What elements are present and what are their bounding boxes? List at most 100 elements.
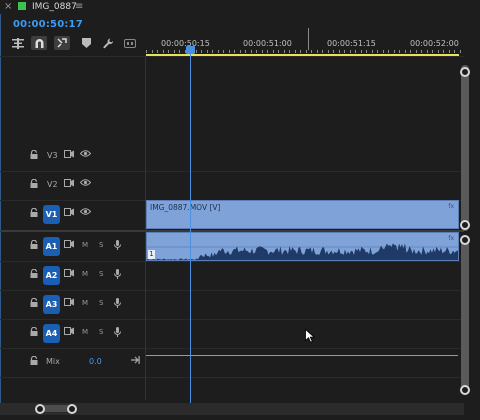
track-name[interactable]: V3 <box>47 151 58 160</box>
microphone-icon[interactable] <box>114 298 121 311</box>
mute-button[interactable]: M <box>82 241 88 249</box>
track-header-v3[interactable]: V3 <box>0 142 145 171</box>
insert-overwrite-icon[interactable] <box>10 36 26 50</box>
track-target-button[interactable]: A4 <box>43 324 60 343</box>
sequence-tab-title[interactable]: IMG_0887 <box>32 1 77 13</box>
close-tab-icon[interactable]: × <box>4 1 12 13</box>
sync-lock-icon[interactable] <box>64 208 74 219</box>
track-header-a2[interactable]: A2 M S <box>0 261 145 290</box>
video-clip[interactable]: IMG_0887.MOV [V] fx <box>146 200 459 229</box>
sync-lock-icon[interactable] <box>64 327 74 338</box>
lock-icon[interactable] <box>30 239 38 252</box>
playhead-line[interactable] <box>190 48 191 404</box>
ruler-major-tick <box>308 28 309 50</box>
scrollbar-handle[interactable] <box>460 235 470 245</box>
ruler-tick <box>251 50 252 53</box>
eye-visibility-icon[interactable] <box>79 208 92 218</box>
ruler-tick <box>201 50 202 53</box>
fx-badge: fx <box>448 235 454 242</box>
ruler-tick <box>394 50 395 53</box>
sync-lock-icon[interactable] <box>64 269 74 280</box>
scrollbar-handle[interactable] <box>460 385 470 395</box>
lock-icon[interactable] <box>30 207 38 220</box>
ruler-tick <box>449 50 450 53</box>
ruler-tick <box>295 50 296 53</box>
sync-lock-icon[interactable] <box>64 179 74 190</box>
video-tracks-scrollbar[interactable] <box>461 65 469 231</box>
audio-tracks-scrollbar[interactable] <box>461 235 469 395</box>
ruler-tick <box>284 50 285 53</box>
solo-button[interactable]: S <box>99 270 103 278</box>
solo-button[interactable]: S <box>99 328 103 336</box>
scrollbar-handle[interactable] <box>460 67 470 77</box>
track-header-v2[interactable]: V2 <box>0 171 145 200</box>
lock-icon[interactable] <box>30 149 38 162</box>
mute-button[interactable]: M <box>82 299 88 307</box>
track-header-a3[interactable]: A3 M S <box>0 290 145 319</box>
ruler-tick <box>410 50 411 53</box>
microphone-icon[interactable] <box>114 269 121 282</box>
ruler-tick <box>405 50 406 53</box>
captions-icon[interactable] <box>122 36 138 50</box>
lock-icon[interactable] <box>30 355 38 368</box>
ruler-tick <box>427 50 428 53</box>
ruler-tick <box>174 50 175 53</box>
track-header-a4[interactable]: A4 M S <box>0 319 145 348</box>
ruler-tick <box>377 50 378 53</box>
scrollbar-handle[interactable] <box>460 220 470 230</box>
microphone-icon[interactable] <box>114 327 121 340</box>
microphone-icon[interactable] <box>114 240 121 253</box>
ruler-tick <box>355 50 356 53</box>
ruler-tick <box>179 50 180 53</box>
track-header-v1[interactable]: V1 <box>0 200 145 229</box>
ruler-tick <box>245 50 246 53</box>
eye-visibility-icon[interactable] <box>79 150 92 160</box>
snap-magnet-icon[interactable] <box>31 36 47 50</box>
ruler-tick <box>339 50 340 53</box>
go-to-end-icon[interactable] <box>131 356 140 367</box>
ruler-tick <box>163 50 164 53</box>
audio-clip[interactable]: 1 fx <box>146 232 459 261</box>
playhead-handle[interactable] <box>186 46 195 54</box>
track-header-a1[interactable]: A1 M S <box>0 232 145 261</box>
playhead-timecode[interactable]: 00:00:50:17 <box>13 19 83 30</box>
ruler-tick <box>152 50 153 53</box>
zoom-handle-left[interactable] <box>35 404 45 414</box>
track-target-button[interactable]: V1 <box>43 205 60 224</box>
track-header-mix[interactable]: Mix 0.0 <box>0 348 145 377</box>
linked-selection-icon[interactable] <box>54 36 70 50</box>
solo-button[interactable]: S <box>99 241 103 249</box>
ruler-tick <box>256 50 257 53</box>
lock-icon[interactable] <box>30 178 38 191</box>
mix-volume-value[interactable]: 0.0 <box>89 357 102 366</box>
mute-button[interactable]: M <box>82 270 88 278</box>
lock-icon[interactable] <box>30 326 38 339</box>
ruler-tick <box>344 50 345 53</box>
ruler-tick <box>223 50 224 53</box>
wrench-settings-icon[interactable] <box>100 36 116 50</box>
sync-lock-icon[interactable] <box>64 150 74 161</box>
track-target-button[interactable]: A1 <box>43 237 60 256</box>
zoom-handle-right[interactable] <box>67 404 77 414</box>
ruler-tick <box>234 50 235 53</box>
ruler-tick <box>207 50 208 53</box>
mute-button[interactable]: M <box>82 328 88 336</box>
track-separator <box>0 377 464 378</box>
add-marker-icon[interactable] <box>78 36 94 50</box>
ruler-tick <box>361 50 362 53</box>
lock-icon[interactable] <box>30 268 38 281</box>
track-name[interactable]: V2 <box>47 180 58 189</box>
lock-icon[interactable] <box>30 297 38 310</box>
track-target-button[interactable]: A3 <box>43 295 60 314</box>
panel-tab-bar: × IMG_0887 ≡ <box>0 0 480 14</box>
ruler-tick <box>196 50 197 53</box>
track-target-button[interactable]: A2 <box>43 266 60 285</box>
sync-lock-icon[interactable] <box>64 298 74 309</box>
sync-lock-icon[interactable] <box>64 240 74 251</box>
ruler-tick <box>240 50 241 53</box>
mix-volume-line[interactable] <box>146 355 458 356</box>
ruler-tick <box>443 50 444 53</box>
solo-button[interactable]: S <box>99 299 103 307</box>
eye-visibility-icon[interactable] <box>79 179 92 189</box>
panel-menu-icon[interactable]: ≡ <box>75 1 83 13</box>
